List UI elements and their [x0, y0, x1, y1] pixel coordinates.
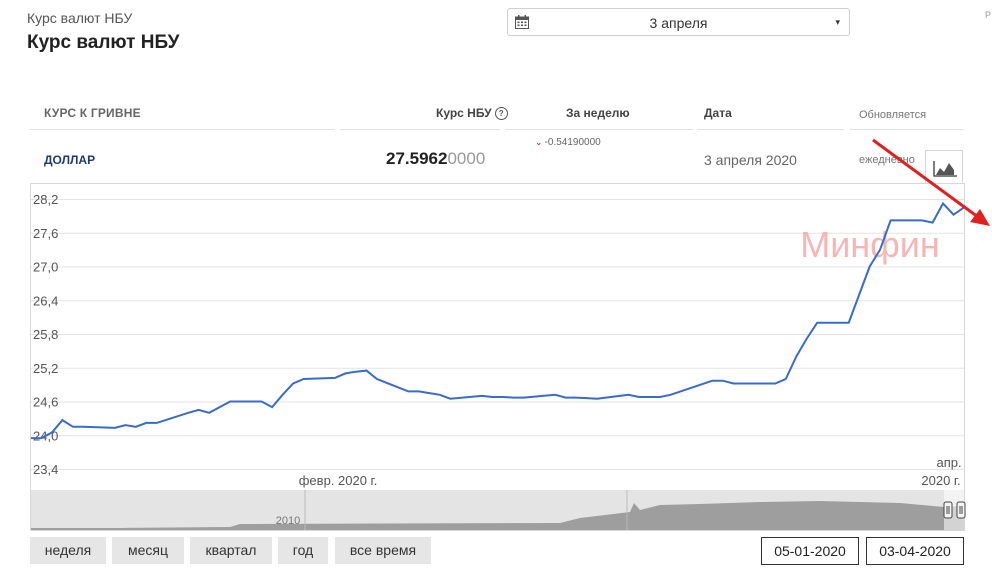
y-tick-label: 23,4: [33, 462, 58, 477]
y-tick-label: 25,2: [33, 361, 58, 376]
y-tick-label: 25,8: [33, 327, 58, 342]
range-to-input[interactable]: [866, 537, 964, 565]
range-week-button[interactable]: неделя: [30, 537, 106, 564]
navigator-handle-right[interactable]: [956, 501, 966, 519]
y-tick-label: 28,2: [33, 192, 58, 207]
navigator-handle-left[interactable]: [943, 501, 953, 519]
x-tick-label: апр.: [936, 455, 961, 470]
y-tick-label: 27,0: [33, 260, 58, 275]
range-month-button[interactable]: месяц: [112, 537, 184, 564]
rate-chart: 28,227,627,026,425,825,224,624,023,4 Мин…: [30, 138, 990, 530]
y-axis-ticks: 28,227,627,026,425,825,224,624,023,4: [33, 192, 58, 477]
x-tick-label: февр. 2020 г.: [299, 473, 378, 488]
range-quarter-button[interactable]: квартал: [190, 537, 272, 564]
annotation-arrow-icon: [872, 138, 990, 226]
y-tick-label: 27,6: [33, 226, 58, 241]
y-tick-label: 26,4: [33, 293, 58, 308]
x-axis-ticks: февр. 2020 г. апр. 2020 г.: [299, 455, 962, 488]
range-from-input[interactable]: [761, 537, 859, 565]
watermark: Минфин: [800, 224, 940, 265]
x-tick-label: 2020 г.: [921, 473, 960, 488]
y-tick-label: 24,6: [33, 395, 58, 410]
range-all-button[interactable]: все время: [335, 537, 431, 564]
navigator-label: 2010: [276, 515, 300, 527]
range-year-button[interactable]: год: [278, 537, 328, 564]
